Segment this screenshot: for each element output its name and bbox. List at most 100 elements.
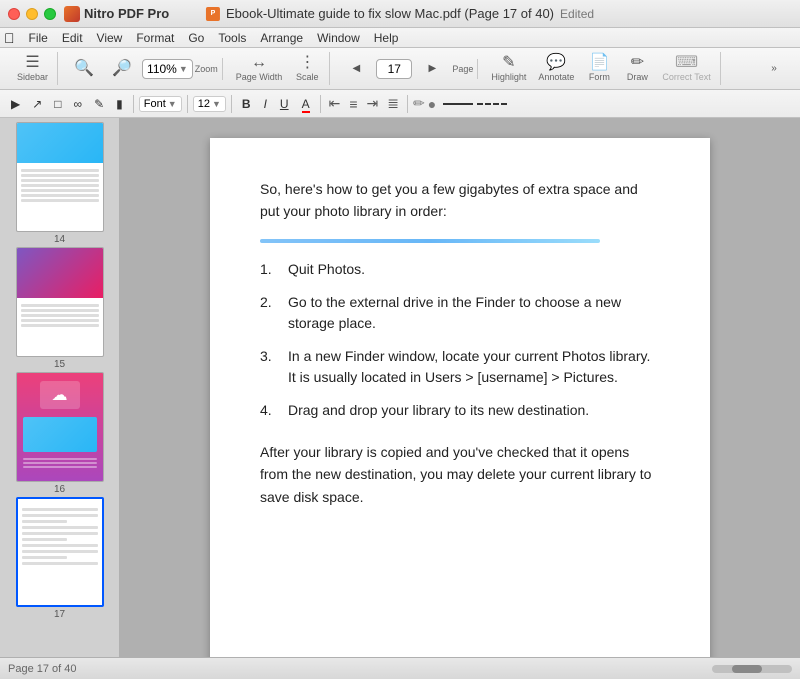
pen-tool-icon[interactable]: ✏ (413, 95, 425, 112)
solid-line-sample[interactable] (443, 103, 473, 105)
page-thumbnail-15[interactable]: 15 (0, 247, 119, 370)
thumb-line (23, 462, 97, 464)
list-text-4: Drag and drop your library to its new de… (288, 400, 589, 421)
zoom-in-button[interactable]: 🔎 (104, 58, 140, 80)
scroll-thumb[interactable] (732, 665, 762, 673)
list-text-2: Go to the external drive in the Finder t… (288, 292, 660, 334)
menu-arrange[interactable]: Arrange (254, 30, 309, 46)
shape-tool-icon[interactable]: ● (428, 96, 436, 112)
correct-text-icon: ⌨ (675, 55, 698, 71)
apple-menu[interactable]:  (4, 30, 15, 46)
status-text: Page 17 of 40 (8, 663, 77, 675)
font-color-button[interactable]: A (297, 95, 315, 113)
scale-icon: ⋮ (299, 55, 315, 71)
page-width-icon: ↔ (251, 55, 267, 71)
list-num-1: 1. (260, 259, 280, 280)
toolbar-separator-4 (320, 95, 321, 113)
thumb-16-box: ☁ (40, 381, 80, 409)
chevron-down-icon: ▼ (179, 64, 188, 74)
form-button[interactable]: 📄 Form (581, 52, 617, 85)
lasso-tool[interactable]: ∞ (69, 95, 88, 113)
cursor-tool[interactable]: ▶ (6, 95, 25, 113)
thumb-14-header (17, 123, 103, 163)
bold-button[interactable]: B (237, 95, 256, 113)
highlight-label: Highlight (491, 72, 526, 82)
zoom-value-dropdown[interactable]: 110% ▼ (142, 59, 193, 79)
title-bar: Nitro PDF Pro P Ebook-Ultimate guide to … (0, 0, 800, 28)
thumb-16-icon: ☁ (52, 385, 68, 405)
menu-tools[interactable]: Tools (212, 30, 252, 46)
underline-button[interactable]: U (275, 95, 294, 113)
font-family-select[interactable]: Font ▼ (139, 96, 182, 112)
thumb-16-preview: ☁ (16, 372, 104, 482)
toolbar-separator-3 (231, 95, 232, 113)
correct-text-button[interactable]: ⌨ Correct Text (657, 52, 715, 85)
thumb-line (21, 314, 99, 317)
menu-edit[interactable]: Edit (56, 30, 89, 46)
zoom-out-button[interactable]: 🔍 (66, 58, 102, 80)
pencil-tool[interactable]: ✎ (89, 95, 109, 113)
page-thumbnail-14[interactable]: 14 (0, 122, 119, 245)
align-right-button[interactable]: ⇥ (364, 94, 382, 113)
page-width-group: ↔ Page Width ⋮ Scale (227, 52, 331, 85)
pdf-content-area[interactable]: So, here's how to get you a few gigabyte… (120, 118, 800, 657)
form-label: Form (589, 72, 610, 82)
main-area: 14 15 ☁ (0, 118, 800, 657)
highlight-button[interactable]: ✎ Highlight (486, 52, 531, 85)
zoom-value: 110% (147, 62, 177, 76)
menu-window[interactable]: Window (311, 30, 366, 46)
align-justify-button[interactable]: ≣ (384, 94, 402, 113)
next-page-button[interactable]: ▶ (414, 60, 450, 77)
menu-help[interactable]: Help (368, 30, 405, 46)
sidebar-button[interactable]: ☰ Sidebar (12, 52, 53, 85)
thumb-line (23, 466, 97, 468)
font-size-select[interactable]: 12 ▼ (193, 96, 226, 112)
page-number-input[interactable]: 17 (376, 59, 412, 79)
italic-button[interactable]: I (259, 95, 272, 113)
eraser-tool[interactable]: ▮ (111, 95, 128, 113)
toolbar-separator-5 (407, 95, 408, 113)
thumb-line (21, 199, 99, 202)
chevron-down-icon-2: ▼ (212, 99, 221, 109)
thumb-16-content (17, 452, 103, 474)
zoom-label: Zoom (195, 64, 218, 74)
dashed-line-sample[interactable] (477, 103, 507, 105)
outro-paragraph: After your library is copied and you've … (260, 441, 660, 508)
list-num-3: 3. (260, 346, 280, 388)
menu-file[interactable]: File (23, 30, 54, 46)
page-number-14: 14 (54, 234, 65, 245)
thumb-17-content (18, 499, 102, 574)
prev-page-button[interactable]: ◀ (338, 60, 374, 77)
page-thumbnail-17[interactable]: 17 (0, 497, 119, 620)
page-width-button[interactable]: ↔ Page Width (231, 52, 288, 85)
annotate-button[interactable]: 💬 Annotate (533, 52, 579, 85)
sidebar-group: ☰ Sidebar (8, 52, 58, 85)
align-left-button[interactable]: ⇤ (326, 94, 344, 113)
app-branding: Nitro PDF Pro (64, 6, 169, 22)
more-tools-button[interactable]: » (756, 60, 792, 77)
menu-view[interactable]: View (91, 30, 129, 46)
align-center-button[interactable]: ≡ (346, 95, 360, 113)
draw-button[interactable]: ✏ Draw (619, 52, 655, 85)
minimize-button[interactable] (26, 8, 38, 20)
maximize-button[interactable] (44, 8, 56, 20)
toolbar-separator-2 (187, 95, 188, 113)
app-name: Nitro PDF Pro (84, 6, 169, 21)
thumb-line (22, 532, 98, 535)
menu-go[interactable]: Go (182, 30, 210, 46)
select-tool[interactable]: □ (49, 95, 66, 113)
page-thumbnail-16[interactable]: ☁ 16 (0, 372, 119, 495)
page-label: Page (452, 64, 473, 74)
list-item: 4. Drag and drop your library to its new… (260, 400, 660, 421)
scale-button[interactable]: ⋮ Scale (289, 52, 325, 85)
close-button[interactable] (8, 8, 20, 20)
scale-label: Scale (296, 72, 319, 82)
line-tools-group (443, 103, 507, 105)
arrow-tool[interactable]: ↗ (27, 95, 47, 113)
thumb-line (21, 324, 99, 327)
thumb-line (21, 174, 99, 177)
menu-format[interactable]: Format (130, 30, 180, 46)
annotate-label: Annotate (538, 72, 574, 82)
highlight-group: ✎ Highlight 💬 Annotate 📄 Form ✏ Draw ⌨ C… (482, 52, 720, 85)
horizontal-scrollbar[interactable] (712, 665, 792, 673)
